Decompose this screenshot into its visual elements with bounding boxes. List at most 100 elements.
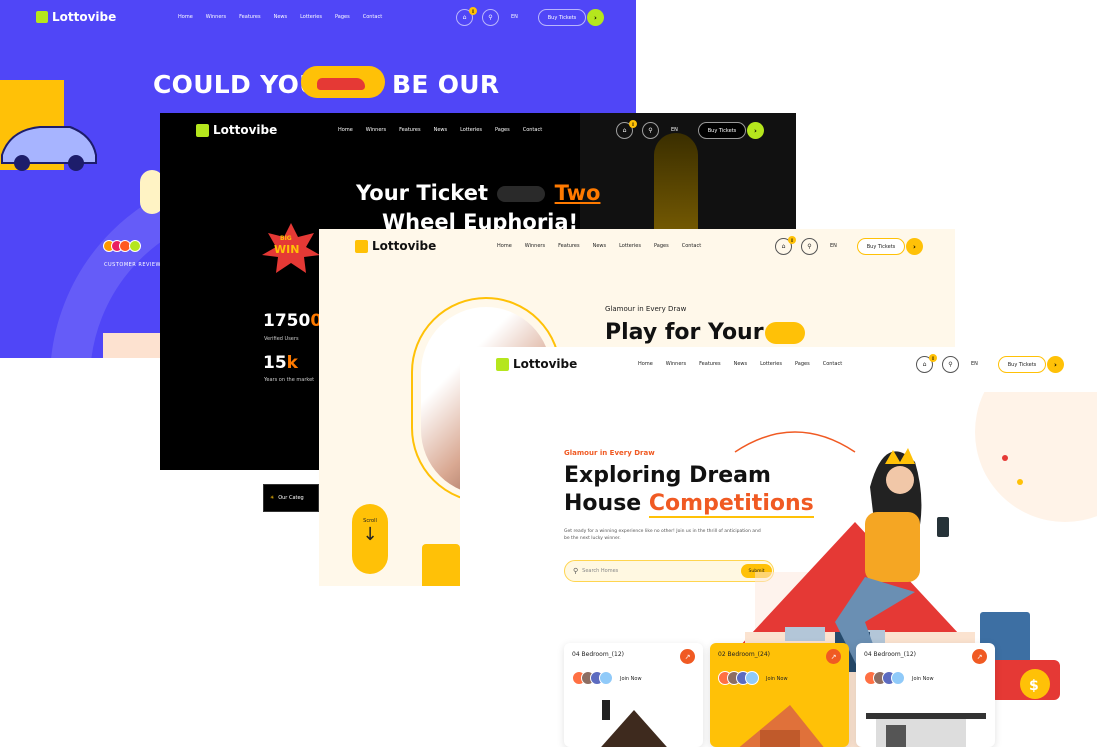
nav-lotteries[interactable]: Lotteries xyxy=(460,127,482,133)
account-button[interactable]: ⚲ xyxy=(642,122,659,139)
main-nav: Home Winners Features News Lotteries Pag… xyxy=(638,361,842,367)
hero-headline-end: BE OUR xyxy=(392,70,500,99)
nav-pages[interactable]: Pages xyxy=(335,14,350,20)
language-select[interactable]: EN xyxy=(671,127,678,133)
nav-winners[interactable]: Winners xyxy=(366,127,386,133)
hero-headline: Your Ticket Two xyxy=(356,181,601,205)
account-button[interactable]: ⚲ xyxy=(942,356,959,373)
house-card-1[interactable]: 04 Bedroom_(12) ↗ Join Now xyxy=(564,643,703,747)
cart-count-badge: 0 xyxy=(929,354,937,362)
brand-logo[interactable]: Lottovibe xyxy=(355,239,436,253)
language-select[interactable]: EN xyxy=(830,243,837,249)
nav-pages[interactable]: Pages xyxy=(495,127,510,133)
cart-icon: ⌂ xyxy=(922,361,927,368)
nav-features[interactable]: Features xyxy=(239,14,261,20)
cart-icon: ⌂ xyxy=(781,243,786,250)
nav-features[interactable]: Features xyxy=(699,361,721,367)
big-win-badge: BIG WIN xyxy=(262,223,320,273)
arc-decor xyxy=(51,190,170,358)
logo-mark-icon xyxy=(355,239,368,253)
categories-button[interactable]: ✳ Our Categ xyxy=(263,484,319,512)
nav-winners[interactable]: Winners xyxy=(666,361,686,367)
ticket-decor xyxy=(103,333,160,358)
nav-pages[interactable]: Pages xyxy=(795,361,810,367)
brand-logo[interactable]: Lottovibe xyxy=(496,357,577,371)
buy-tickets-button[interactable]: Buy Tickets xyxy=(998,356,1046,373)
cart-icon: ⌂ xyxy=(462,14,467,21)
buy-tickets-button[interactable]: Buy Tickets xyxy=(857,238,905,255)
main-nav: Home Winners Features News Lotteries Pag… xyxy=(338,127,542,133)
customer-avatars xyxy=(103,240,141,252)
cart-icon: ⌂ xyxy=(622,127,627,134)
house-card-2[interactable]: 02 Bedroom_(24) ↗ Join Now xyxy=(710,643,849,747)
nav-contact[interactable]: Contact xyxy=(363,14,382,20)
account-button[interactable]: ⚲ xyxy=(482,9,499,26)
buy-tickets-arrow-icon[interactable]: › xyxy=(906,238,923,255)
hero-eyebrow: Glamour in Every Draw xyxy=(605,305,687,313)
open-arrow-icon[interactable]: ↗ xyxy=(826,649,841,664)
logo-mark-icon xyxy=(496,357,509,371)
logo-mark-icon xyxy=(36,11,48,23)
user-icon: ⚲ xyxy=(488,14,493,21)
svg-text:$: $ xyxy=(1029,678,1039,694)
cart-count-badge: 0 xyxy=(629,120,637,128)
car-pill-image xyxy=(301,66,385,98)
motorbike-image xyxy=(497,186,546,202)
nav-home[interactable]: Home xyxy=(178,14,193,20)
preview-card-white: Lottovibe Home Winners Features News Lot… xyxy=(460,347,1097,747)
nav-contact[interactable]: Contact xyxy=(523,127,542,133)
nav-lotteries[interactable]: Lotteries xyxy=(300,14,322,20)
language-select[interactable]: EN xyxy=(971,361,978,367)
arrow-down-icon: ↓ xyxy=(362,524,378,545)
brand-logo[interactable]: Lottovibe xyxy=(36,10,116,24)
nav-winners[interactable]: Winners xyxy=(525,243,545,249)
buy-tickets-arrow-icon[interactable]: › xyxy=(1047,356,1064,373)
nav-features[interactable]: Features xyxy=(399,127,421,133)
hero-eyebrow: Glamour in Every Draw xyxy=(564,449,655,457)
nav-home[interactable]: Home xyxy=(497,243,512,249)
logo-mark-icon xyxy=(196,123,209,137)
stat-verified-users-label: Verified Users xyxy=(264,336,299,342)
nav-winners[interactable]: Winners xyxy=(206,14,226,20)
language-select[interactable]: EN xyxy=(511,14,518,20)
open-arrow-icon[interactable]: ↗ xyxy=(680,649,695,664)
customer-reviews-label: CUSTOMER REVIEWS xyxy=(104,262,165,268)
nav-news[interactable]: News xyxy=(434,127,448,133)
main-nav: Home Winners Features News Lotteries Pag… xyxy=(178,14,382,20)
buy-tickets-button[interactable]: Buy Tickets xyxy=(538,9,586,26)
cart-count-badge: 0 xyxy=(469,7,477,15)
nav-lotteries[interactable]: Lotteries xyxy=(760,361,782,367)
ticket-decor xyxy=(422,544,460,586)
buy-tickets-arrow-icon[interactable]: › xyxy=(747,122,764,139)
buy-tickets-arrow-icon[interactable]: › xyxy=(587,9,604,26)
nav-news[interactable]: News xyxy=(734,361,748,367)
brand-logo[interactable]: Lottovibe xyxy=(196,123,277,137)
user-icon: ⚲ xyxy=(807,243,812,250)
nav-pages[interactable]: Pages xyxy=(654,243,669,249)
nav-home[interactable]: Home xyxy=(338,127,353,133)
arrow-doodle xyxy=(734,431,856,453)
scroll-button[interactable]: Scroll ↓ xyxy=(352,504,388,574)
house-image-1 xyxy=(601,700,667,747)
cart-count-badge: 0 xyxy=(788,236,796,244)
hero-headline: Play for Your xyxy=(605,320,764,345)
open-arrow-icon[interactable]: ↗ xyxy=(972,649,987,664)
account-button[interactable]: ⚲ xyxy=(801,238,818,255)
nav-news[interactable]: News xyxy=(274,14,288,20)
buy-tickets-button[interactable]: Buy Tickets xyxy=(698,122,746,139)
nav-contact[interactable]: Contact xyxy=(823,361,842,367)
stat-years: 15k xyxy=(263,353,298,373)
nav-lotteries[interactable]: Lotteries xyxy=(619,243,641,249)
stat-years-label: Years on the market xyxy=(264,377,315,383)
search-input[interactable]: Search Homes xyxy=(582,568,618,574)
nav-contact[interactable]: Contact xyxy=(682,243,701,249)
house-image-3 xyxy=(866,713,986,747)
nav-home[interactable]: Home xyxy=(638,361,653,367)
main-nav: Home Winners Features News Lotteries Pag… xyxy=(497,243,701,249)
house-card-3[interactable]: 04 Bedroom_(12) ↗ Join Now xyxy=(856,643,995,747)
search-icon: ⚲ xyxy=(573,567,579,575)
user-icon: ⚲ xyxy=(648,127,653,134)
hero-pill-image xyxy=(765,322,805,344)
nav-news[interactable]: News xyxy=(593,243,607,249)
nav-features[interactable]: Features xyxy=(558,243,580,249)
